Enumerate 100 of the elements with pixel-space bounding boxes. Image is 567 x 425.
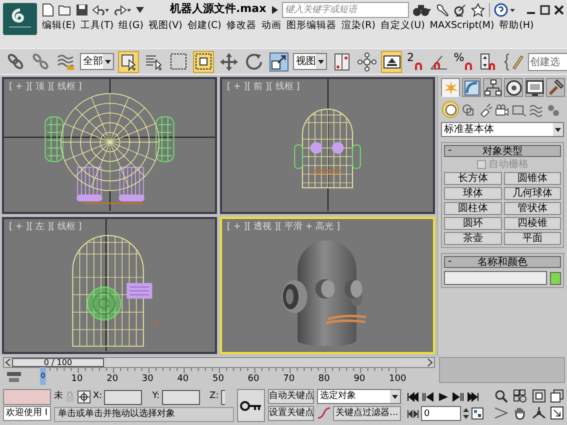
spinner-icon[interactable] bbox=[463, 407, 469, 420]
next-frame-icon[interactable] bbox=[452, 392, 464, 402]
dropdown[interactable]: 全部 bbox=[80, 53, 114, 70]
menu-item[interactable]: 图形编辑器 bbox=[286, 19, 336, 33]
document-title: 机器人源文件.max bbox=[170, 1, 268, 18]
field-of-view-icon[interactable] bbox=[494, 406, 508, 420]
menu-item[interactable]: 帮助(H) bbox=[499, 19, 534, 33]
menu-item[interactable]: 组(G) bbox=[118, 19, 144, 33]
key-mode-icon[interactable] bbox=[407, 408, 419, 418]
hammer-icon bbox=[546, 78, 564, 96]
z-coordinate-field[interactable] bbox=[220, 390, 225, 404]
set-key-button[interactable] bbox=[237, 389, 265, 422]
listener-text[interactable]: 欢迎使用 I bbox=[3, 406, 51, 421]
rollout-header[interactable]: - 名称和颜色 bbox=[444, 256, 561, 268]
play-icon[interactable] bbox=[437, 392, 449, 402]
wrench-icon[interactable] bbox=[435, 2, 449, 16]
help-icon[interactable] bbox=[494, 2, 516, 16]
caret-icon bbox=[390, 390, 400, 403]
previous-frame-icon[interactable] bbox=[422, 392, 434, 402]
dropdown[interactable]: 视图 bbox=[293, 53, 327, 70]
object-button[interactable]: 管状体 bbox=[504, 202, 561, 215]
set-key-mode-button[interactable]: 设置关键点 bbox=[268, 406, 314, 421]
menu-item[interactable]: 工具(T) bbox=[80, 19, 114, 33]
menu-item[interactable]: 自定义(U) bbox=[380, 19, 425, 33]
frame-field[interactable]: 0 bbox=[421, 406, 461, 421]
category-button[interactable] bbox=[460, 102, 475, 117]
toolbar-button[interactable] bbox=[268, 50, 289, 72]
object-button[interactable]: 圆柱体 bbox=[444, 202, 502, 215]
object-button[interactable]: 长方体 bbox=[444, 172, 502, 185]
search-field[interactable]: 键入关键字或短语 bbox=[282, 2, 409, 18]
go-to-start-icon[interactable] bbox=[407, 392, 419, 402]
y-coordinate-field[interactable] bbox=[162, 390, 200, 404]
menu-item[interactable]: 视图(V) bbox=[148, 19, 182, 33]
absolute-mode-icon[interactable] bbox=[77, 390, 91, 404]
magnet-icon bbox=[414, 62, 423, 70]
type-dropdown[interactable]: 标准基本体 bbox=[441, 122, 564, 137]
maximize-icon[interactable] bbox=[540, 4, 550, 14]
menu-item[interactable]: 渲染(R) bbox=[341, 19, 376, 33]
track-bar-icon[interactable] bbox=[6, 370, 22, 384]
name-field[interactable] bbox=[444, 271, 547, 285]
menu-item[interactable]: 编辑(E) bbox=[42, 19, 76, 33]
toolbar-button[interactable]: % bbox=[453, 50, 474, 72]
zoom-all-icon[interactable] bbox=[512, 389, 527, 403]
panel-tab[interactable] bbox=[525, 78, 544, 97]
panel-tab[interactable] bbox=[483, 78, 502, 97]
redo-icon[interactable] bbox=[114, 4, 132, 16]
time-slider-thumb[interactable]: 0 / 100 bbox=[12, 358, 104, 367]
panel-tab[interactable] bbox=[546, 78, 565, 97]
pan-hand-icon[interactable] bbox=[512, 406, 527, 420]
menu-item[interactable]: 创建(C) bbox=[187, 19, 222, 33]
close-icon[interactable] bbox=[554, 4, 564, 14]
menu-item[interactable]: 修改器 bbox=[226, 19, 256, 33]
zoom-extents-all-icon[interactable] bbox=[550, 389, 564, 403]
toolbar-button[interactable] bbox=[118, 50, 139, 72]
category-button[interactable] bbox=[443, 102, 458, 117]
star-icon[interactable] bbox=[471, 2, 485, 16]
toolbar-button[interactable]: 2 bbox=[406, 50, 424, 72]
arrow-right-icon[interactable] bbox=[272, 6, 278, 14]
toolbar-button[interactable] bbox=[356, 50, 377, 72]
object-button[interactable]: 圆锥体 bbox=[504, 172, 561, 185]
new-file-icon[interactable] bbox=[42, 2, 54, 16]
satellite-icon[interactable] bbox=[453, 2, 467, 16]
snap-label: % bbox=[454, 52, 464, 62]
toolbar-button[interactable] bbox=[503, 50, 524, 72]
zoom-extents-icon[interactable] bbox=[532, 389, 546, 403]
key-filters-button[interactable]: 关键点过滤器... bbox=[333, 406, 401, 421]
app-logo[interactable] bbox=[3, 3, 37, 35]
maximize-viewport-icon[interactable] bbox=[550, 406, 564, 420]
curve-editor-icon[interactable] bbox=[317, 406, 331, 421]
undo-icon[interactable] bbox=[92, 4, 110, 16]
named-selection-field[interactable]: 创建选 bbox=[528, 52, 567, 70]
orbit-icon[interactable] bbox=[532, 406, 546, 420]
object-button[interactable]: 圆环 bbox=[444, 217, 502, 230]
object-button[interactable]: 平面 bbox=[504, 232, 561, 245]
go-to-end-icon[interactable] bbox=[467, 392, 479, 402]
zoom-icon[interactable] bbox=[494, 389, 508, 403]
object-button[interactable]: 茶壶 bbox=[444, 232, 502, 245]
object-button[interactable]: 几何球体 bbox=[504, 187, 561, 200]
time-config-icon[interactable] bbox=[471, 407, 484, 420]
toolbar-button[interactable] bbox=[168, 50, 189, 72]
listener-field[interactable] bbox=[3, 389, 51, 405]
key-mode-dropdown[interactable]: 选定对象 bbox=[317, 389, 401, 404]
toolbar-button[interactable] bbox=[381, 50, 402, 72]
save-icon[interactable] bbox=[76, 4, 88, 16]
category-button[interactable] bbox=[528, 102, 543, 117]
open-folder-icon[interactable] bbox=[58, 4, 72, 16]
menu-item[interactable]: 动画 bbox=[261, 19, 282, 33]
toolbar-button[interactable] bbox=[193, 50, 214, 72]
category-button[interactable] bbox=[494, 102, 509, 117]
x-coordinate-field[interactable] bbox=[104, 390, 142, 404]
object-button[interactable]: 四棱锥 bbox=[504, 217, 561, 230]
dropdown-arrow-icon[interactable] bbox=[136, 6, 144, 14]
menu-item[interactable]: MAXScript(M) bbox=[430, 19, 494, 33]
object-button[interactable]: 球体 bbox=[444, 187, 502, 200]
time-slider[interactable]: 0 / 100 bbox=[3, 357, 435, 368]
panel-tab[interactable] bbox=[504, 78, 523, 97]
binoculars-icon[interactable] bbox=[413, 2, 431, 16]
color-swatch[interactable] bbox=[550, 272, 561, 284]
rollout-header[interactable]: - 对象类型 bbox=[444, 145, 561, 157]
auto-key-button[interactable]: 自动关键点 bbox=[268, 389, 314, 404]
